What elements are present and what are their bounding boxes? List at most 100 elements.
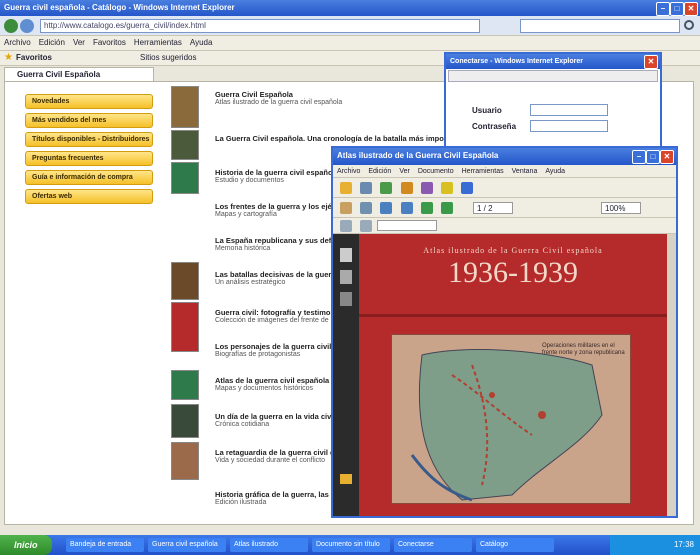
menu-item[interactable]: Edición: [368, 165, 391, 178]
sidebar-button[interactable]: Títulos disponibles - Distribuidores: [25, 132, 153, 147]
minimize-button[interactable]: –: [632, 150, 646, 164]
clock: 17:38: [673, 540, 694, 549]
taskbar-item[interactable]: Catálogo: [476, 538, 554, 552]
folder-icon[interactable]: [340, 182, 352, 194]
taskbar-item[interactable]: Bandeja de entrada: [66, 538, 144, 552]
favorites-button[interactable]: Favoritos: [16, 53, 52, 62]
menu-item[interactable]: Archivo: [4, 36, 31, 50]
sidebar-button[interactable]: Ofertas web: [25, 189, 153, 204]
sidebar-button[interactable]: Preguntas frecuentes: [25, 151, 153, 166]
viewer-toolbar-3: [333, 218, 676, 234]
navigation-pane: [333, 234, 359, 516]
map-legend: Operaciones militares en el frente norte…: [542, 343, 625, 356]
comment-icon[interactable]: [441, 182, 454, 194]
viewer-menu-bar: Archivo Edición Ver Documento Herramientas Ve…: [333, 165, 676, 178]
minimize-button[interactable]: –: [656, 2, 670, 16]
book-cover[interactable]: [171, 302, 199, 352]
viewer-window: Atlas ilustrado de la Guerra Civil Españ…: [331, 146, 678, 518]
book-cover[interactable]: [171, 86, 199, 128]
cover-heading: Atlas ilustrado de la Guerra Civil españ…: [423, 246, 603, 255]
search-input[interactable]: [520, 19, 680, 33]
cover-divider: [359, 314, 667, 317]
book-cover[interactable]: [171, 130, 199, 160]
taskbar-item[interactable]: Guerra civil española: [148, 538, 226, 552]
book-cover[interactable]: [171, 404, 199, 438]
user-label: Usuario: [472, 106, 502, 115]
menu-item[interactable]: Ayuda: [190, 36, 213, 50]
save-icon[interactable]: [400, 182, 413, 194]
select-tool-icon[interactable]: [360, 202, 373, 214]
book-cover[interactable]: [171, 442, 199, 480]
attachments-icon[interactable]: [340, 292, 352, 306]
bookmarks-icon[interactable]: [340, 270, 352, 284]
zoom-in-icon[interactable]: [380, 202, 393, 214]
system-tray: 17:38: [610, 535, 700, 555]
document-page: Atlas ilustrado de la Guerra Civil españ…: [359, 234, 667, 516]
page-tab-label: Guerra Civil Española: [17, 70, 101, 79]
back-button[interactable]: [4, 19, 18, 33]
login-address-bar: [448, 70, 658, 82]
menu-item[interactable]: Herramientas: [462, 165, 504, 178]
menu-item[interactable]: Herramientas: [134, 36, 182, 50]
close-button[interactable]: ✕: [684, 2, 698, 16]
sidebar-button[interactable]: Novedades: [25, 94, 153, 109]
viewer-toolbar-1: [333, 178, 676, 198]
vertical-scrollbar[interactable]: [667, 234, 676, 516]
previous-page-icon[interactable]: [420, 202, 433, 214]
menu-item[interactable]: Ver: [399, 165, 410, 178]
taskbar-item[interactable]: Atlas ilustrado: [230, 538, 308, 552]
suggested-sites-link[interactable]: Sitios sugeridos: [140, 53, 196, 62]
zoom-out-icon[interactable]: [400, 202, 413, 214]
star-icon[interactable]: ★: [4, 52, 13, 63]
search-icon[interactable]: [684, 20, 694, 30]
sign-icon[interactable]: [461, 182, 474, 194]
book-cover[interactable]: [171, 162, 199, 194]
find-icon[interactable]: [360, 220, 373, 232]
maximize-button[interactable]: □: [646, 150, 660, 164]
comments-icon[interactable]: [340, 474, 352, 484]
url-input[interactable]: http://www.catalogo.es/guerra_civil/inde…: [40, 19, 480, 33]
map-image: Operaciones militares en el frente norte…: [391, 334, 631, 504]
viewer-toolbar-2: 1 / 2 100%: [333, 198, 676, 218]
viewer-titlebar: Atlas ilustrado de la Guerra Civil Españ…: [333, 148, 676, 165]
sidebar-button[interactable]: Más vendidos del mes: [25, 113, 153, 128]
maximize-button[interactable]: □: [670, 2, 684, 16]
taskbar-item[interactable]: Conectarse: [394, 538, 472, 552]
menu-item[interactable]: Favoritos: [93, 36, 126, 50]
menu-item[interactable]: Documento: [418, 165, 454, 178]
find-input[interactable]: [377, 220, 437, 231]
book-cover[interactable]: [171, 370, 199, 400]
menu-item[interactable]: Ayuda: [545, 165, 565, 178]
menu-bar: Archivo Edición Ver Favoritos Herramientas Ay…: [0, 36, 700, 51]
close-button[interactable]: ✕: [644, 55, 658, 69]
menu-item[interactable]: Ver: [73, 36, 85, 50]
sidebar-button[interactable]: Guía e información de compra: [25, 170, 153, 185]
menu-item[interactable]: Edición: [39, 36, 65, 50]
print-icon[interactable]: [360, 182, 373, 194]
edit-icon[interactable]: [420, 182, 433, 194]
book-cover[interactable]: [171, 262, 199, 300]
email-icon[interactable]: [380, 182, 393, 194]
user-input[interactable]: [530, 104, 608, 116]
arrow-icon[interactable]: [340, 220, 352, 232]
hand-tool-icon[interactable]: [340, 202, 352, 214]
password-label: Contraseña: [472, 122, 517, 131]
menu-item[interactable]: Ventana: [512, 165, 538, 178]
cover-years: 1936-1939: [448, 256, 578, 289]
next-page-icon[interactable]: [441, 202, 454, 214]
page-tab[interactable]: Guerra Civil Española: [4, 67, 154, 81]
zoom-field[interactable]: 100%: [601, 202, 641, 214]
close-button[interactable]: ✕: [660, 150, 674, 164]
browser-title: Guerra civil española - Catálogo - Windo…: [4, 3, 235, 12]
taskbar: Inicio Bandeja de entrada Guerra civil e…: [0, 535, 700, 555]
forward-button[interactable]: [20, 19, 34, 33]
taskbar-item[interactable]: Documento sin título: [312, 538, 390, 552]
menu-item[interactable]: Archivo: [337, 165, 360, 178]
pages-icon[interactable]: [340, 248, 352, 262]
password-input[interactable]: [530, 120, 608, 132]
start-button[interactable]: Inicio: [0, 535, 52, 555]
sidebar: Novedades Más vendidos del mes Títulos d…: [25, 94, 153, 208]
page-number-field[interactable]: 1 / 2: [473, 202, 513, 214]
start-label: Inicio: [14, 540, 38, 550]
login-title: Conectarse - Windows Internet Explorer: [450, 58, 583, 65]
